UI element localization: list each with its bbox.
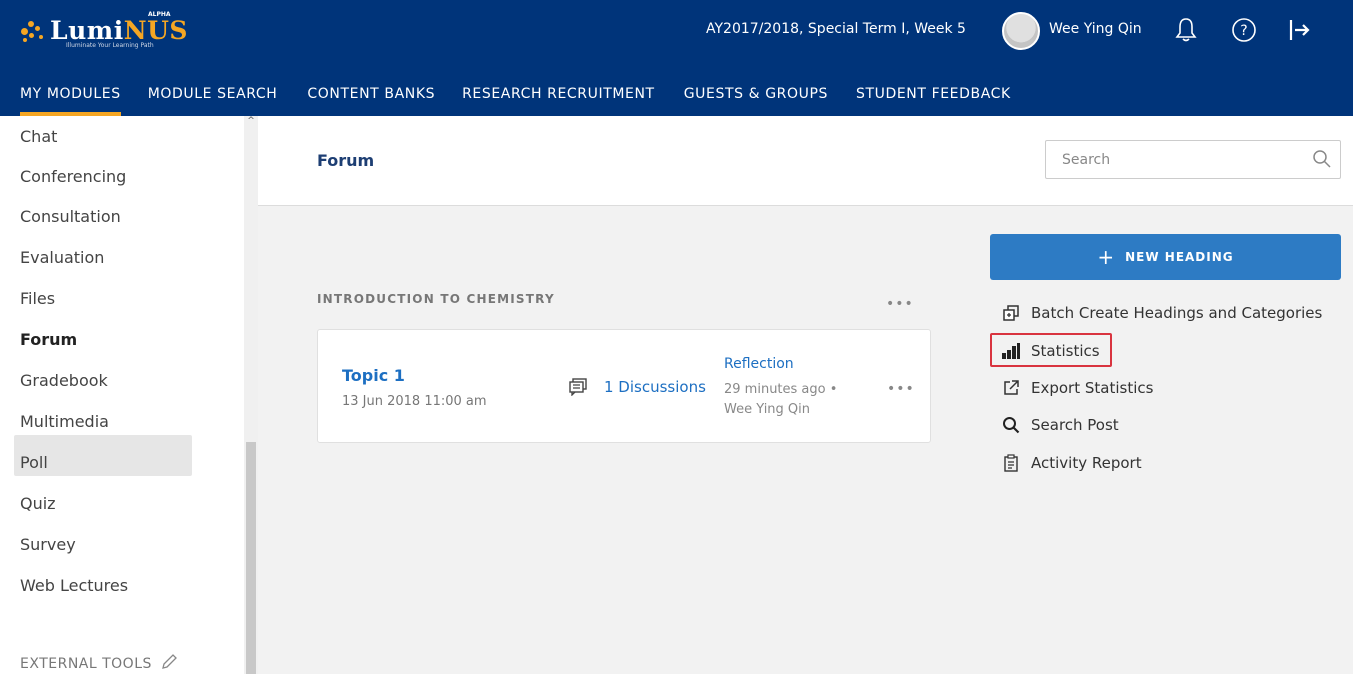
search-input[interactable] xyxy=(1046,141,1286,178)
sidebar-item-conferencing[interactable]: Conferencing xyxy=(20,167,126,186)
sidebar-item-forum[interactable]: Forum xyxy=(20,330,77,349)
plus-icon: + xyxy=(1097,245,1116,269)
sidebar-item-web-lectures[interactable]: Web Lectures xyxy=(20,576,128,595)
nav-guests-groups[interactable]: GUESTS & GROUPS xyxy=(684,76,828,116)
svg-text:?: ? xyxy=(1240,23,1247,39)
nav-module-search[interactable]: MODULE SEARCH xyxy=(148,76,278,116)
top-bar: LumiNUS ALPHA Illuminate Your Learning P… xyxy=(0,0,1353,116)
logo-wordmark: LumiNUS xyxy=(50,16,188,45)
sidebar-item-gradebook[interactable]: Gradebook xyxy=(20,371,108,390)
last-post-time: 29 minutes ago • xyxy=(724,382,838,397)
discussions-icon xyxy=(568,378,588,400)
pencil-icon[interactable] xyxy=(161,654,179,670)
action-batch-create[interactable]: Batch Create Headings and Categories xyxy=(1001,303,1322,323)
topic-card[interactable]: Topic 1 13 Jun 2018 11:00 am 1 Discussio… xyxy=(317,329,931,443)
user-avatar[interactable] xyxy=(1002,12,1040,50)
action-label: Activity Report xyxy=(1031,454,1142,472)
sidebar-scroll-thumb[interactable] xyxy=(246,442,256,674)
sidebar-item-evaluation[interactable]: Evaluation xyxy=(20,248,104,267)
sidebar-item-chat[interactable]: Chat xyxy=(20,127,57,146)
action-label: Export Statistics xyxy=(1031,379,1154,397)
nav-research-recruitment[interactable]: RESEARCH RECRUITMENT xyxy=(462,76,655,116)
nav-student-feedback[interactable]: STUDENT FEEDBACK xyxy=(856,76,1011,116)
statistics-highlight-box xyxy=(990,333,1112,367)
page-title: Forum xyxy=(317,151,375,170)
logout-icon[interactable] xyxy=(1284,14,1316,46)
batch-create-icon xyxy=(1001,303,1021,323)
nav-content-banks[interactable]: CONTENT BANKS xyxy=(307,76,435,116)
scroll-up-icon[interactable]: ^ xyxy=(246,116,256,126)
last-post-author: Wee Ying Qin xyxy=(724,402,811,417)
heading-more-icon[interactable]: ••• xyxy=(886,296,914,312)
export-icon xyxy=(1001,378,1021,398)
action-label: Batch Create Headings and Categories xyxy=(1031,304,1323,322)
topic-more-icon[interactable]: ••• xyxy=(887,381,915,397)
external-tools-label: EXTERNAL TOOLS xyxy=(20,656,152,672)
sidebar-item-files[interactable]: Files xyxy=(20,289,55,308)
sidebar-item-consultation[interactable]: Consultation xyxy=(20,207,121,226)
sidebar-item-quiz[interactable]: Quiz xyxy=(20,494,56,513)
action-activity-report[interactable]: Activity Report xyxy=(1001,453,1142,473)
search-icon[interactable] xyxy=(1312,149,1332,173)
last-post-title[interactable]: Reflection xyxy=(724,356,794,372)
nav-my-modules[interactable]: MY MODULES xyxy=(20,76,121,116)
help-icon[interactable]: ? xyxy=(1228,14,1260,46)
bell-icon[interactable] xyxy=(1170,14,1202,46)
lumi-nus-logo[interactable]: LumiNUS ALPHA Illuminate Your Learning P… xyxy=(20,11,188,49)
user-name[interactable]: Wee Ying Qin xyxy=(1049,21,1142,37)
logo-alpha-badge: ALPHA xyxy=(148,11,171,18)
academic-term: AY2017/2018, Special Term I, Week 5 xyxy=(706,21,966,37)
new-heading-label: NEW HEADING xyxy=(1125,250,1234,264)
topic-date: 13 Jun 2018 11:00 am xyxy=(342,394,487,409)
action-search-post[interactable]: Search Post xyxy=(1001,415,1119,435)
heading-title: INTRODUCTION TO CHEMISTRY xyxy=(317,292,555,306)
topic-name[interactable]: Topic 1 xyxy=(342,366,405,385)
sidebar-item-poll[interactable]: Poll xyxy=(20,453,48,472)
sidebar-item-survey[interactable]: Survey xyxy=(20,535,76,554)
search-box[interactable] xyxy=(1045,140,1341,179)
main-nav: MY MODULES MODULE SEARCH CONTENT BANKS R… xyxy=(0,76,1011,116)
action-label: Search Post xyxy=(1031,416,1119,434)
sidebar-item-multimedia[interactable]: Multimedia xyxy=(20,412,109,431)
activity-report-icon xyxy=(1001,453,1021,473)
new-heading-button[interactable]: + NEW HEADING xyxy=(990,234,1341,280)
logo-dots-icon xyxy=(20,18,46,44)
search-post-icon xyxy=(1001,415,1021,435)
discussions-count[interactable]: 1 Discussions xyxy=(604,378,706,396)
action-export-statistics[interactable]: Export Statistics xyxy=(1001,378,1153,398)
logo-tagline: Illuminate Your Learning Path xyxy=(66,42,154,49)
external-tools-header[interactable]: EXTERNAL TOOLS xyxy=(20,654,179,672)
